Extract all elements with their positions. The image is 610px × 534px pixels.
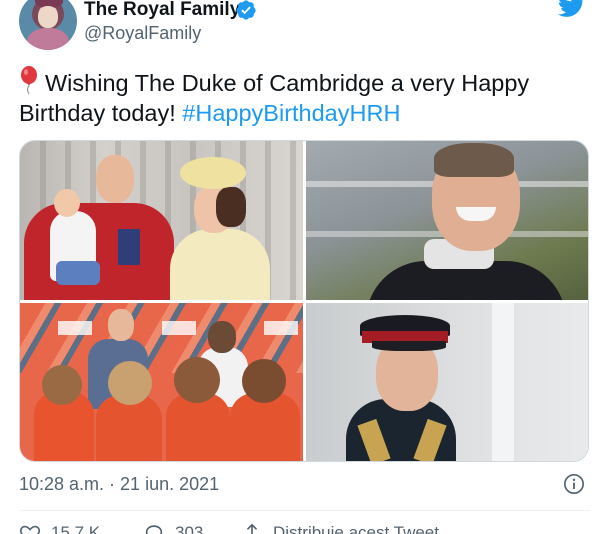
- avatar-body-shape: [27, 28, 69, 50]
- share-button[interactable]: Distribuie acest Tweet: [241, 522, 439, 534]
- divider: [19, 510, 590, 511]
- reply-bubble-icon: [145, 525, 163, 534]
- tweet-timestamp[interactable]: 10:28 a.m. · 21 iun. 2021: [19, 474, 219, 495]
- share-label: Distribuie acest Tweet: [273, 523, 439, 534]
- red-balloon-icon: [19, 66, 39, 95]
- heart-icon: [19, 525, 41, 534]
- military-uniform-photo[interactable]: [306, 303, 588, 461]
- youth-tennis-photo[interactable]: [20, 303, 303, 461]
- family-balcony-photo[interactable]: [20, 141, 303, 300]
- like-button[interactable]: 15,7 K: [19, 522, 100, 534]
- media-grid: [19, 140, 589, 462]
- racing-suit-photo[interactable]: [306, 141, 588, 300]
- reply-count: 303: [175, 523, 204, 534]
- share-arrow-icon: [246, 523, 258, 534]
- reply-button[interactable]: 303: [143, 522, 203, 534]
- twitter-bird-icon[interactable]: [558, 0, 586, 18]
- tweet-text: Wishing The Duke of Cambridge a very Hap…: [19, 66, 594, 128]
- display-name[interactable]: The Royal Family: [84, 0, 240, 21]
- info-icon[interactable]: [563, 473, 585, 495]
- hashtag-link[interactable]: #HappyBirthdayHRH: [182, 100, 400, 126]
- action-bar: 15,7 K 303 Distribuie acest Tweet: [19, 522, 590, 534]
- avatar[interactable]: [19, 0, 77, 50]
- like-count: 15,7 K: [51, 523, 101, 534]
- account-handle[interactable]: @RoyalFamily: [84, 23, 201, 44]
- avatar-face-shape: [38, 6, 58, 28]
- verified-badge-icon: [236, 0, 256, 20]
- tweet-header: The Royal Family @RoyalFamily: [0, 0, 610, 56]
